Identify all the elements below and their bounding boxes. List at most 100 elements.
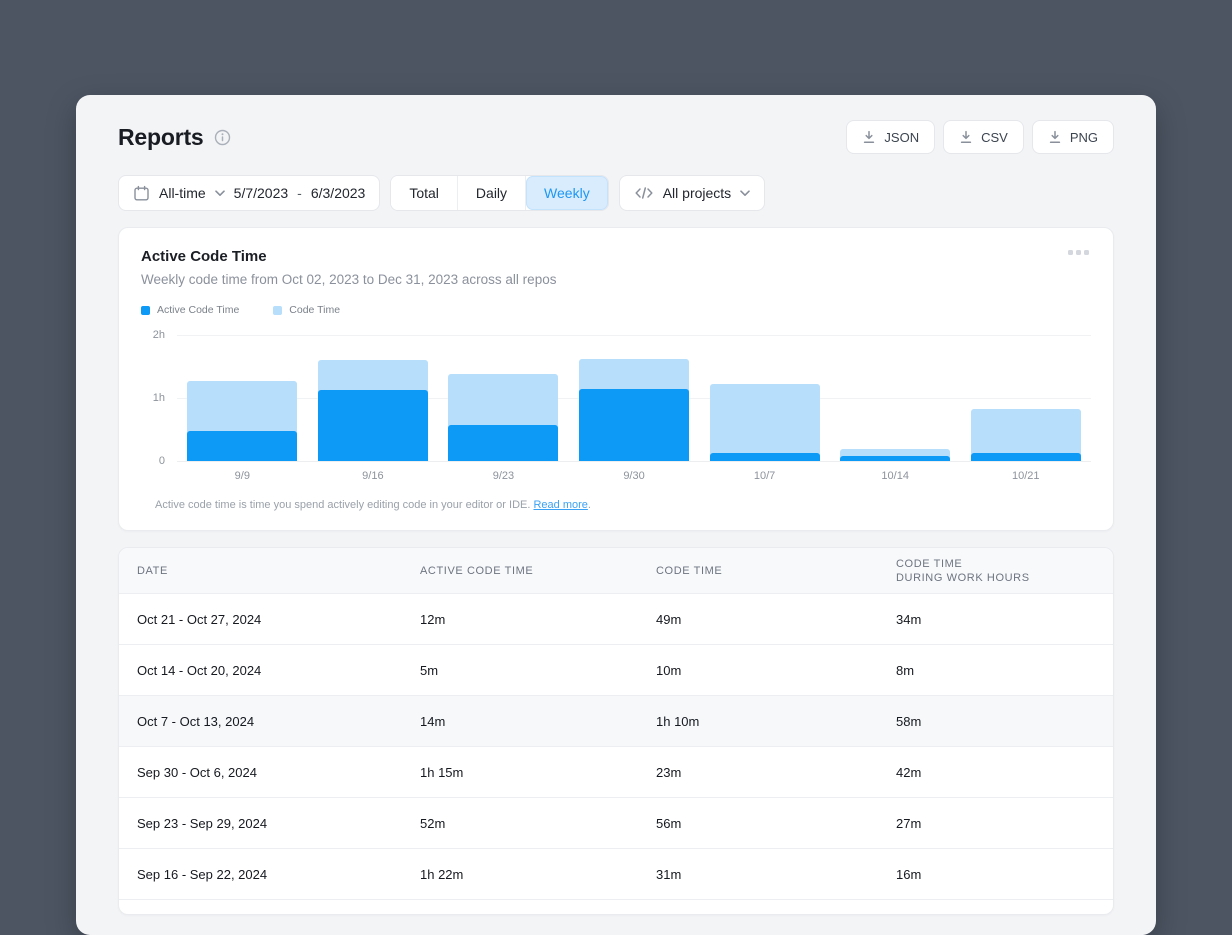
- chart-legend: Active Code Time Code Time: [141, 304, 1091, 316]
- table-row[interactable]: Oct 7 - Oct 13, 202414m1h 10m58m: [119, 696, 1113, 747]
- table-header-cell: CODE TIMEDURING WORK HOURS: [896, 557, 1095, 585]
- active-code-time-bar[interactable]: [840, 456, 950, 461]
- footnote-period: .: [588, 499, 591, 511]
- cell-date: Oct 7 - Oct 13, 2024: [137, 714, 420, 729]
- tab-weekly[interactable]: Weekly: [526, 176, 608, 210]
- legend-label: Code Time: [289, 304, 340, 316]
- download-icon: [862, 130, 876, 144]
- tab-daily[interactable]: Daily: [458, 176, 526, 210]
- granularity-tabs: TotalDailyWeekly: [390, 175, 608, 211]
- x-tick-label: 9/16: [308, 470, 439, 482]
- calendar-icon: [133, 185, 150, 202]
- export-json-button[interactable]: JSON: [846, 120, 935, 154]
- cell-active-code-time: 12m: [420, 612, 656, 627]
- x-tick-label: 10/21: [960, 470, 1091, 482]
- cell-code-time: 10m: [656, 663, 896, 678]
- table-row[interactable]: Oct 21 - Oct 27, 202412m49m34m: [119, 594, 1113, 645]
- cell-work-hours: 8m: [896, 663, 1095, 678]
- date-end: 6/3/2023: [311, 185, 366, 201]
- export-button-label: CSV: [981, 130, 1008, 145]
- info-icon[interactable]: [214, 129, 231, 146]
- bar-group: [699, 335, 830, 461]
- bar-group: [177, 335, 308, 461]
- legend-swatch: [273, 306, 282, 315]
- projects-dropdown[interactable]: All projects: [619, 175, 765, 211]
- x-tick-label: 9/23: [438, 470, 569, 482]
- chart-title: Active Code Time: [141, 248, 1091, 265]
- active-code-time-bar[interactable]: [448, 425, 558, 462]
- cell-date: Sep 30 - Oct 6, 2024: [137, 765, 420, 780]
- table-header-row: DATEACTIVE CODE TIMECODE TIMECODE TIMEDU…: [119, 548, 1113, 594]
- active-code-time-bar[interactable]: [971, 453, 1081, 461]
- bar-group: [569, 335, 700, 461]
- chart-plot-area: [177, 335, 1091, 461]
- y-tick-label: 2h: [153, 329, 165, 341]
- table-row[interactable]: Oct 14 - Oct 20, 20245m10m8m: [119, 645, 1113, 696]
- cell-date: Sep 23 - Sep 29, 2024: [137, 816, 420, 831]
- x-tick-label: 10/14: [830, 470, 961, 482]
- active-code-time-bar[interactable]: [579, 389, 689, 461]
- more-menu-icon[interactable]: [1064, 246, 1093, 259]
- legend-item: Code Time: [273, 304, 340, 316]
- chevron-down-icon: [215, 190, 225, 197]
- cell-active-code-time: 14m: [420, 714, 656, 729]
- export-png-button[interactable]: PNG: [1032, 120, 1114, 154]
- weekly-report-table: DATEACTIVE CODE TIMECODE TIMECODE TIMEDU…: [118, 547, 1114, 915]
- export-csv-button[interactable]: CSV: [943, 120, 1024, 154]
- reports-panel: Reports JSONCSVPNG All-time: [76, 95, 1156, 935]
- footnote-text: Active code time is time you spend activ…: [155, 499, 530, 511]
- bar-group: [308, 335, 439, 461]
- export-button-label: PNG: [1070, 130, 1098, 145]
- chevron-down-icon: [740, 190, 750, 197]
- y-tick-label: 1h: [153, 392, 165, 404]
- active-code-time-bar[interactable]: [187, 431, 297, 461]
- date-start: 5/7/2023: [234, 185, 289, 201]
- page-header: Reports JSONCSVPNG: [118, 119, 1114, 155]
- cell-code-time: 49m: [656, 612, 896, 627]
- export-button-label: JSON: [884, 130, 919, 145]
- read-more-link[interactable]: Read more: [533, 499, 587, 511]
- cell-date: Oct 21 - Oct 27, 2024: [137, 612, 420, 627]
- cell-active-code-time: 1h 22m: [420, 867, 656, 882]
- legend-swatch: [141, 306, 150, 315]
- cell-active-code-time: 5m: [420, 663, 656, 678]
- filter-row: All-time 5/7/2023 - 6/3/2023 TotalDailyW…: [118, 175, 1114, 211]
- bar-group: [830, 335, 961, 461]
- table-row[interactable]: Sep 23 - Sep 29, 202452m56m27m: [119, 798, 1113, 849]
- projects-label: All projects: [663, 185, 731, 201]
- table-header-cell: ACTIVE CODE TIME: [420, 564, 656, 578]
- cell-work-hours: 42m: [896, 765, 1095, 780]
- cell-code-time: 1h 10m: [656, 714, 896, 729]
- date-range-picker[interactable]: All-time 5/7/2023 - 6/3/2023: [118, 175, 380, 211]
- code-time-bar[interactable]: [710, 384, 820, 461]
- chart-footnote: Active code time is time you spend activ…: [155, 499, 1091, 511]
- cell-code-time: 31m: [656, 867, 896, 882]
- cell-active-code-time: 52m: [420, 816, 656, 831]
- bar-chart: 2h1h0: [141, 335, 1091, 461]
- gridline: [177, 461, 1091, 462]
- download-icon: [959, 130, 973, 144]
- cell-active-code-time: 1h 15m: [420, 765, 656, 780]
- x-tick-label: 10/7: [699, 470, 830, 482]
- bar-group: [438, 335, 569, 461]
- cell-date: Sep 16 - Sep 22, 2024: [137, 867, 420, 882]
- table-row[interactable]: Sep 16 - Sep 22, 20241h 22m31m16m: [119, 849, 1113, 900]
- bar-group: [960, 335, 1091, 461]
- cell-date: Oct 14 - Oct 20, 2024: [137, 663, 420, 678]
- y-tick-label: 0: [159, 455, 165, 467]
- tab-total[interactable]: Total: [391, 176, 458, 210]
- cell-work-hours: 58m: [896, 714, 1095, 729]
- code-icon: [634, 187, 654, 199]
- chart-bars: [177, 335, 1091, 461]
- active-code-time-bar[interactable]: [710, 453, 820, 461]
- legend-label: Active Code Time: [157, 304, 239, 316]
- x-tick-label: 9/9: [177, 470, 308, 482]
- export-buttons: JSON CSV PNG: [846, 120, 1114, 154]
- chart-subtitle: Weekly code time from Oct 02, 2023 to De…: [141, 272, 1091, 287]
- x-tick-label: 9/30: [569, 470, 700, 482]
- date-separator: -: [297, 185, 302, 201]
- cell-code-time: 56m: [656, 816, 896, 831]
- table-row[interactable]: Sep 30 - Oct 6, 20241h 15m23m42m: [119, 747, 1113, 798]
- table-header-cell: CODE TIME: [656, 564, 896, 578]
- active-code-time-bar[interactable]: [318, 390, 428, 461]
